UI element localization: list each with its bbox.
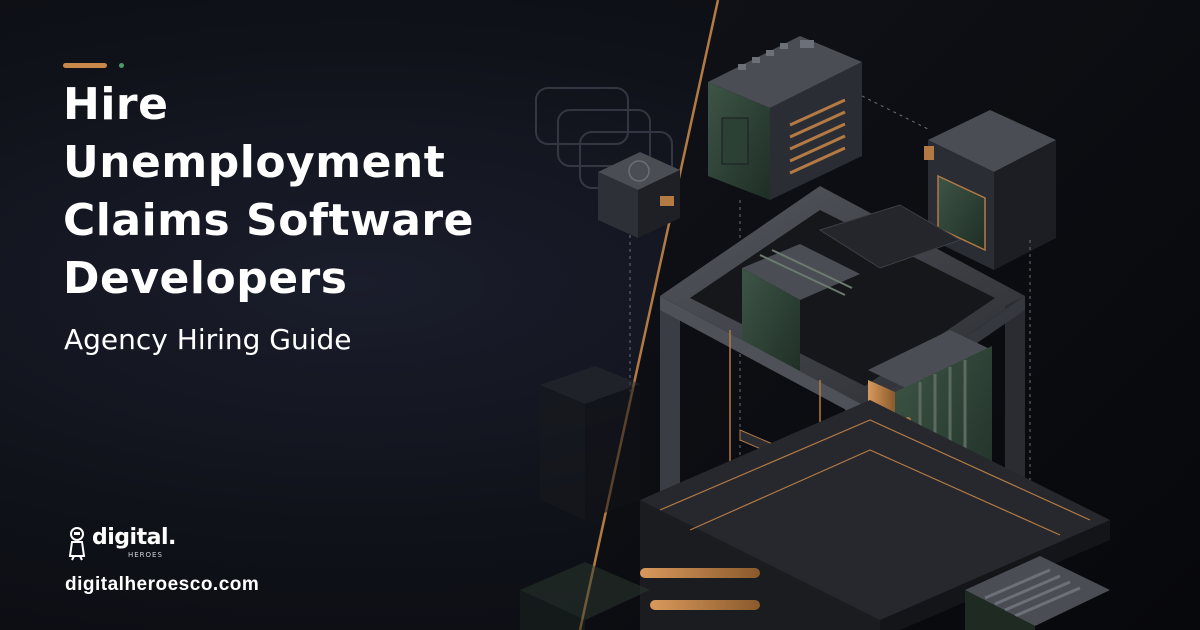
brand-logo: digital. HEROES [66,526,176,562]
brand-tagline: HEROES [128,551,163,559]
accent-dot [119,63,124,68]
accent-bar [63,63,107,68]
accent-marks [63,63,124,68]
brand-name: digital. [92,525,176,550]
page-title: Hire Unemployment Claims Software Develo… [63,79,474,304]
hero-mascot-icon [68,527,86,561]
brand-wordmark: digital. HEROES [92,525,176,560]
hero-banner: Hire Unemployment Claims Software Develo… [0,0,1200,630]
website-link[interactable]: digitalheroesco.com [65,574,259,596]
page-subtitle: Agency Hiring Guide [64,323,352,356]
